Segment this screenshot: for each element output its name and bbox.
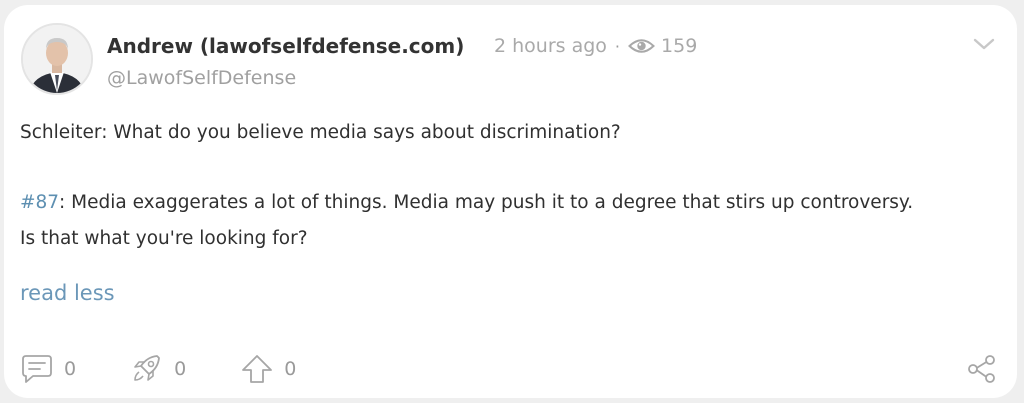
share-icon[interactable] [966,353,998,385]
author-name[interactable]: Andrew (lawofselfdefense.com) [107,34,464,58]
eye-icon [628,39,655,53]
hashtag-link[interactable]: #87 [20,192,59,213]
paragraph-2-text: : Media exaggerates a lot of things. Med… [20,192,914,249]
comment-button[interactable]: 0 [20,353,76,385]
timestamp: 2 hours ago [494,35,607,57]
post-paragraph-2: #87: Media exaggerates a lot of things. … [20,185,920,257]
avatar-image [23,25,91,93]
rocket-icon [134,355,160,381]
post-meta: 2 hours ago · 159 [494,35,697,57]
view-count: 159 [661,35,698,57]
avatar[interactable] [21,23,93,95]
post-paragraph-1: Schleiter: What do you believe media say… [20,122,621,143]
meta-separator: · [614,36,621,56]
comment-icon [22,355,52,383]
post-card: Andrew (lawofselfdefense.com) 2 hours ag… [4,5,1017,398]
chevron-down-icon[interactable] [972,35,996,53]
read-less-link[interactable]: read less [20,281,115,305]
upvote-button[interactable]: 0 [240,353,296,385]
comment-count: 0 [64,358,77,380]
author-handle[interactable]: @LawofSelfDefense [107,67,296,89]
post-actions: 0 0 0 [20,353,350,385]
repost-button[interactable]: 0 [130,353,186,385]
repost-count: 0 [174,358,187,380]
upvote-count: 0 [284,358,297,380]
upvote-arrow-icon [242,355,273,383]
